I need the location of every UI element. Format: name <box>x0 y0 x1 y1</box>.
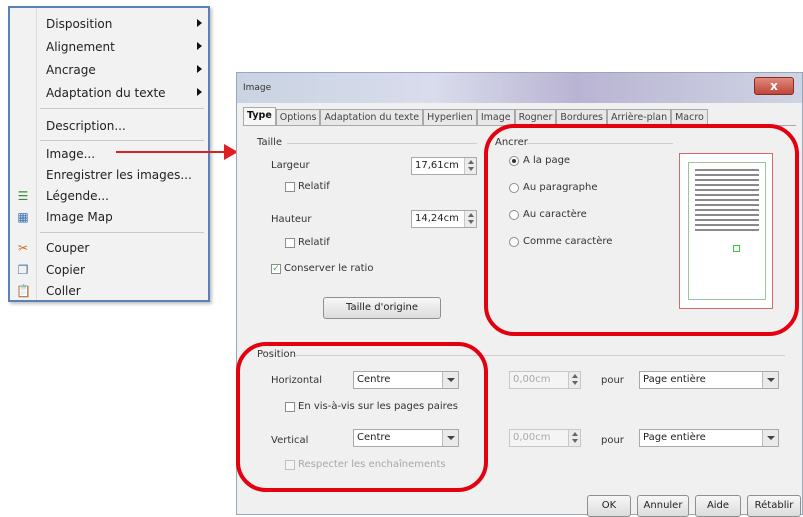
menu-separator <box>40 140 204 141</box>
context-menu: Disposition Alignement Ancrage Adaptatio… <box>8 6 210 302</box>
pour-label: pour <box>601 435 624 446</box>
tab-adaptation-du-texte[interactable]: Adaptation du texte <box>320 109 424 125</box>
checkbox-label: Relatif <box>298 237 330 248</box>
tab-options[interactable]: Options <box>275 109 321 125</box>
hauteur-field[interactable]: 14,24cm <box>411 210 477 228</box>
menu-item-label: Coller <box>46 284 81 298</box>
taille-group-label: Taille <box>257 137 283 148</box>
highlight-ancrer <box>484 124 799 336</box>
tab-macro[interactable]: Macro <box>671 109 708 125</box>
checkbox-label: Relatif <box>298 181 330 192</box>
spin-buttons-icon[interactable] <box>568 372 580 388</box>
checkbox-label: Conserver le ratio <box>284 263 374 274</box>
scissors-icon: ✂ <box>17 241 29 255</box>
menu-item-description[interactable]: Description... <box>12 116 208 136</box>
caption-icon: ☰ <box>17 189 29 203</box>
menu-item-label: Enregistrer les images... <box>46 168 192 182</box>
tab-type[interactable]: Type <box>243 107 276 125</box>
menu-item-label: Ancrage <box>46 63 96 77</box>
menu-item-label: Légende... <box>46 189 109 203</box>
dropdown-arrow-icon[interactable] <box>762 372 778 388</box>
menu-item-legende[interactable]: ☰ Légende... <box>12 186 208 206</box>
dropdown-arrow-icon[interactable] <box>762 430 778 446</box>
select-value: Page entière <box>643 374 706 385</box>
vertical-offset-field[interactable]: 0,00cm <box>509 429 581 447</box>
menu-item-image-map[interactable]: ▦ Image Map <box>12 207 208 227</box>
spin-buttons-icon[interactable] <box>568 430 580 446</box>
menu-item-label: Description... <box>46 119 126 133</box>
menu-item-copier[interactable]: ❐ Copier <box>12 260 208 280</box>
dialog-title: Image <box>243 83 272 93</box>
conserver-ratio-checkbox[interactable]: ✓ Conserver le ratio <box>271 263 373 274</box>
hauteur-value: 14,24cm <box>415 213 459 224</box>
menu-item-label: Adaptation du texte <box>46 86 166 100</box>
horizontal-reference-select[interactable]: Page entière <box>639 371 779 389</box>
tab-hyperlien[interactable]: Hyperlien <box>423 109 477 125</box>
menu-separator <box>40 232 204 233</box>
image-map-icon: ▦ <box>17 210 29 224</box>
menu-item-label: Alignement <box>46 40 115 54</box>
cancel-button[interactable]: Annuler <box>637 495 689 517</box>
offset-value: 0,00cm <box>513 374 551 385</box>
tab-image[interactable]: Image <box>476 109 515 125</box>
menu-item-enregistrer-images[interactable]: Enregistrer les images... <box>12 165 208 185</box>
submenu-arrow-icon <box>197 42 202 50</box>
checkbox-icon <box>285 181 295 192</box>
menu-item-adaptation-du-texte[interactable]: Adaptation du texte <box>12 83 208 103</box>
copy-icon: ❐ <box>17 263 29 277</box>
menu-item-couper[interactable]: ✂ Couper <box>12 238 208 258</box>
spin-buttons-icon[interactable] <box>464 211 476 227</box>
highlight-position <box>236 342 488 492</box>
largeur-field[interactable]: 17,61cm <box>411 157 477 175</box>
menu-item-label: Disposition <box>46 17 113 31</box>
largeur-value: 17,61cm <box>415 160 459 171</box>
select-value: Page entière <box>643 432 706 443</box>
tab-rogner[interactable]: Rogner <box>514 109 557 125</box>
menu-item-label: Couper <box>46 241 90 255</box>
menu-item-label: Copier <box>46 263 85 277</box>
menu-item-label: Image Map <box>46 210 113 224</box>
menu-item-ancrage[interactable]: Ancrage <box>12 60 208 80</box>
help-button[interactable]: Aide <box>695 495 741 517</box>
spin-buttons-icon[interactable] <box>464 158 476 174</box>
menu-separator <box>40 108 204 109</box>
horizontal-offset-field[interactable]: 0,00cm <box>509 371 581 389</box>
tab-bordures[interactable]: Bordures <box>556 109 607 125</box>
vertical-reference-select[interactable]: Page entière <box>639 429 779 447</box>
pointer-arrow <box>116 151 226 153</box>
dialog-titlebar[interactable]: Image x <box>237 73 802 103</box>
pour-label: pour <box>601 375 624 386</box>
menu-item-label: Image... <box>46 147 96 161</box>
largeur-relatif-checkbox[interactable]: Relatif <box>285 181 330 192</box>
ok-button[interactable]: OK <box>587 495 631 517</box>
close-button[interactable]: x <box>754 77 794 95</box>
menu-item-disposition[interactable]: Disposition <box>12 14 208 34</box>
tab-arriere-plan[interactable]: Arrière-plan <box>607 109 672 125</box>
reset-button[interactable]: Rétablir <box>747 495 801 517</box>
paste-icon: 📋 <box>16 284 31 298</box>
offset-value: 0,00cm <box>513 432 551 443</box>
hauteur-relatif-checkbox[interactable]: Relatif <box>285 237 330 248</box>
submenu-arrow-icon <box>197 65 202 73</box>
checkbox-icon <box>285 237 295 248</box>
group-divider <box>287 143 477 144</box>
menu-item-alignement[interactable]: Alignement <box>12 37 208 57</box>
menu-item-image[interactable]: Image... <box>12 144 208 164</box>
tab-bar: Type Options Adaptation du texte Hyperli… <box>243 107 708 125</box>
menu-item-coller[interactable]: 📋 Coller <box>12 281 208 301</box>
checkbox-checked-icon: ✓ <box>271 263 281 274</box>
largeur-label: Largeur <box>271 160 310 171</box>
submenu-arrow-icon <box>197 88 202 96</box>
submenu-arrow-icon <box>197 19 202 27</box>
hauteur-label: Hauteur <box>271 214 312 225</box>
taille-origine-button[interactable]: Taille d'origine <box>323 297 441 319</box>
